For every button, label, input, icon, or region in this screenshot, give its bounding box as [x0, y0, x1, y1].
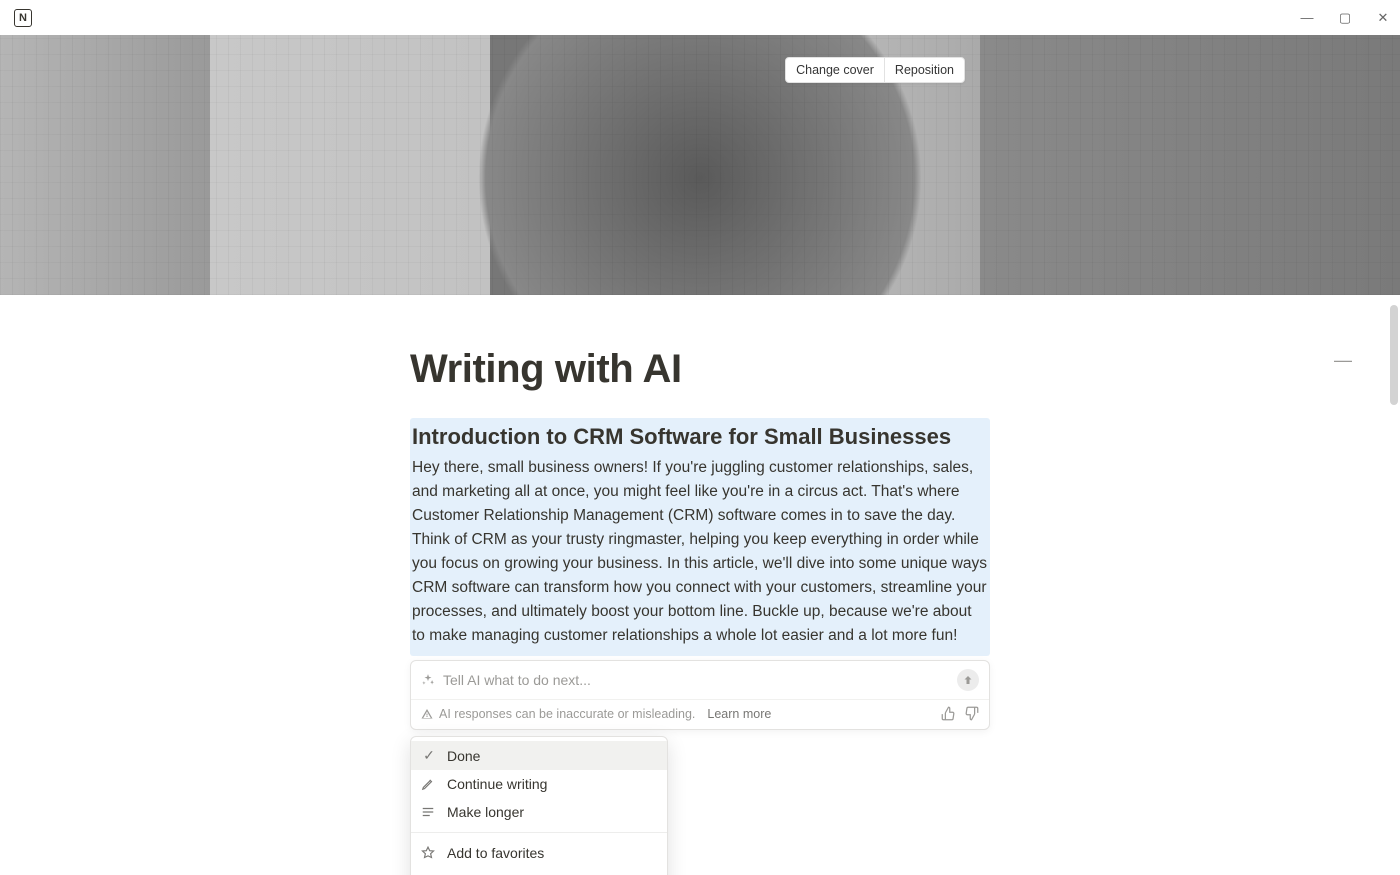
warning-icon — [421, 708, 433, 720]
pencil-icon — [421, 777, 437, 791]
check-icon: ✓ — [421, 747, 437, 764]
page-content: Writing with AI Introduction to CRM Soft… — [410, 295, 990, 730]
menu-item-try-again[interactable]: Try again — [411, 867, 667, 875]
cover-image[interactable]: Change cover Reposition — [0, 35, 1400, 295]
cover-actions: Change cover Reposition — [785, 57, 965, 83]
collapse-handle-icon[interactable]: — — [1334, 350, 1352, 371]
lines-icon — [421, 805, 437, 819]
menu-item-longer[interactable]: Make longer — [411, 798, 667, 826]
change-cover-button[interactable]: Change cover — [786, 58, 884, 82]
menu-item-favorites[interactable]: Add to favorites — [411, 839, 667, 867]
ai-disclaimer-text: AI responses can be inaccurate or mislea… — [439, 707, 695, 721]
ai-action-menu: ✓ Done Continue writing Make longer — [410, 736, 668, 875]
cover-texture — [0, 35, 1400, 295]
app-logo: N — [14, 9, 32, 27]
maximize-icon[interactable]: ▢ — [1338, 10, 1352, 26]
learn-more-link[interactable]: Learn more — [707, 707, 771, 721]
close-window-icon[interactable]: ✕ — [1376, 10, 1390, 26]
sub-heading[interactable]: Introduction to CRM Software for Small B… — [410, 418, 990, 454]
ai-input[interactable] — [443, 672, 949, 688]
menu-item-continue[interactable]: Continue writing — [411, 770, 667, 798]
reposition-button[interactable]: Reposition — [884, 58, 964, 82]
arrow-up-icon — [962, 674, 974, 686]
ai-feedback — [941, 706, 979, 721]
menu-item-label: Add to favorites — [447, 845, 544, 861]
minimize-icon[interactable]: — — [1300, 10, 1314, 25]
ai-prompt-panel: AI responses can be inaccurate or mislea… — [410, 660, 990, 730]
ai-send-button[interactable] — [957, 669, 979, 691]
selected-ai-block[interactable]: Introduction to CRM Software for Small B… — [410, 418, 990, 656]
menu-divider — [411, 832, 667, 833]
ai-input-row — [411, 661, 989, 699]
menu-item-label: Continue writing — [447, 776, 547, 792]
sparkle-icon — [421, 673, 435, 687]
ai-footer: AI responses can be inaccurate or mislea… — [411, 699, 989, 729]
menu-item-label: Done — [447, 748, 480, 764]
menu-item-label: Make longer — [447, 804, 524, 820]
star-icon — [421, 846, 437, 860]
app-logo-letter: N — [19, 12, 27, 24]
window-titlebar: N — ▢ ✕ — [0, 0, 1400, 35]
scrollbar-thumb[interactable] — [1390, 305, 1398, 405]
window-controls: — ▢ ✕ — [1300, 10, 1390, 26]
body-paragraph[interactable]: Hey there, small business owners! If you… — [410, 454, 990, 648]
thumbs-down-icon[interactable] — [964, 706, 979, 721]
menu-item-done[interactable]: ✓ Done — [411, 741, 667, 770]
thumbs-up-icon[interactable] — [941, 706, 956, 721]
page-title[interactable]: Writing with AI — [410, 347, 990, 392]
